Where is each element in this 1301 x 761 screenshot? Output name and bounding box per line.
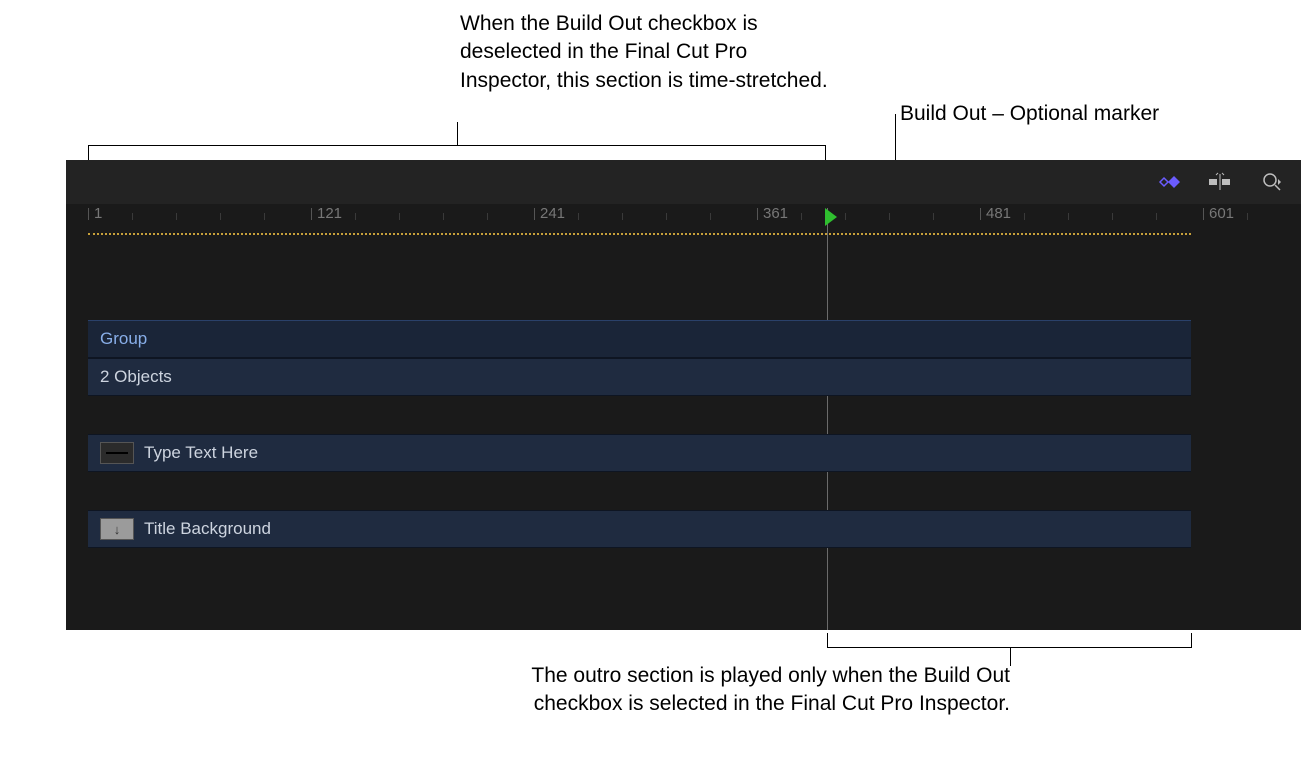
keyframe-icon[interactable]: [1153, 170, 1183, 194]
track-group-header[interactable]: Group: [88, 320, 1191, 358]
dropzone-thumb-icon: [100, 518, 134, 540]
track-label: Type Text Here: [144, 443, 258, 463]
annotation-top-left: When the Build Out checkbox is deselecte…: [460, 10, 830, 95]
lead-line-bottom: [1010, 648, 1011, 666]
bracket-intro-section: [88, 145, 826, 159]
timeline-tracks: Group 2 Objects Type Text Here Title Bac…: [88, 320, 1191, 548]
timeline-toolbar: [66, 160, 1301, 204]
annotation-top-right: Build Out – Optional marker: [900, 100, 1159, 128]
timeline-panel: 1 121 241 361 481 601 Group 2 Objects: [66, 160, 1301, 630]
track-label: Title Background: [144, 519, 271, 539]
ruler-label: 1: [94, 205, 102, 222]
ruler-label: 601: [1209, 205, 1234, 222]
track-text-layer[interactable]: Type Text Here: [88, 434, 1191, 472]
lead-line-top-left: [457, 122, 458, 146]
annotation-bottom: The outro section is played only when th…: [480, 662, 1010, 719]
snap-icon[interactable]: [1205, 170, 1235, 194]
timeline-range-indicator: [88, 233, 1191, 235]
track-objects-row[interactable]: 2 Objects: [88, 358, 1191, 396]
track-label: 2 Objects: [100, 367, 172, 387]
ruler-label: 481: [986, 205, 1011, 222]
bracket-outro-section: [827, 634, 1192, 648]
track-label: Group: [100, 329, 147, 349]
timeline-ruler[interactable]: 1 121 241 361 481 601: [66, 204, 1301, 234]
playhead-arrow-icon: [825, 208, 837, 226]
ruler-label: 241: [540, 205, 565, 222]
ruler-label: 121: [317, 205, 342, 222]
track-title-background[interactable]: Title Background: [88, 510, 1191, 548]
text-thumb-icon: [100, 442, 134, 464]
zoom-icon[interactable]: [1257, 170, 1287, 194]
ruler-label: 361: [763, 205, 788, 222]
